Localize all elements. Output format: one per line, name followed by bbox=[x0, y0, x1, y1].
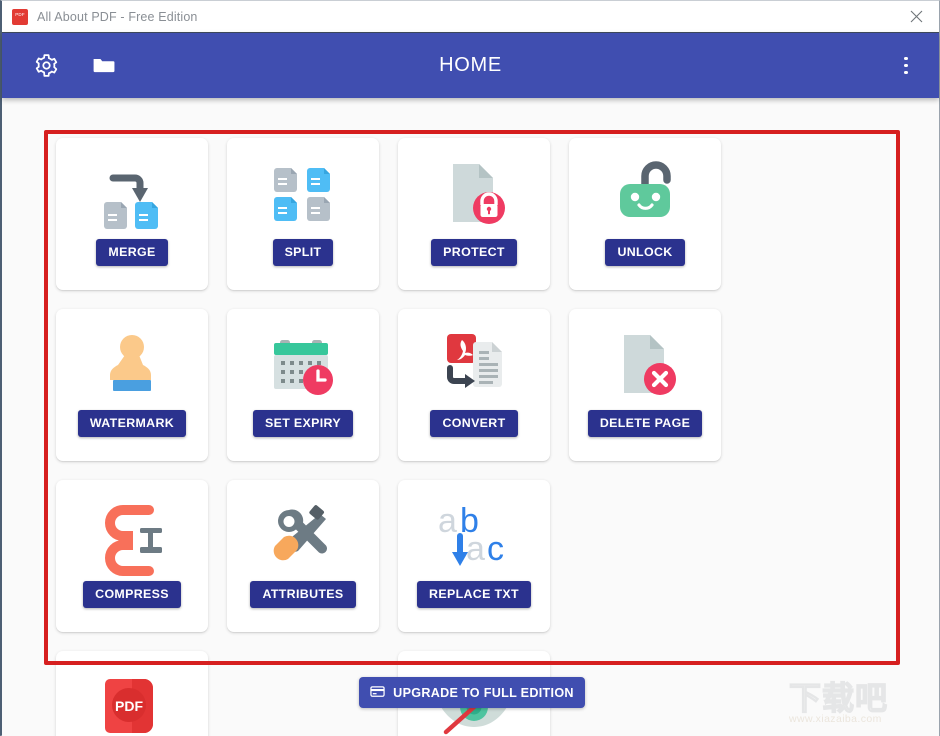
clamp-icon bbox=[91, 489, 173, 581]
tools-grid: MERGE SPLIT PROTECT UNLOCK WATERMARK SET… bbox=[56, 138, 890, 736]
tool-card-compress[interactable]: COMPRESS bbox=[56, 480, 208, 632]
tool-card-replace-txt[interactable]: a b a c REPLACE TXT bbox=[398, 480, 550, 632]
tool-card-delete-page[interactable]: DELETE PAGE bbox=[569, 309, 721, 461]
close-icon[interactable] bbox=[893, 1, 939, 32]
credit-card-icon bbox=[370, 684, 385, 702]
merge-documents-icon bbox=[91, 147, 173, 239]
tool-label: UNLOCK bbox=[605, 239, 685, 266]
grid-spacer bbox=[227, 651, 379, 736]
convert-pdf-icon bbox=[433, 318, 515, 410]
tool-label: WATERMARK bbox=[77, 410, 187, 437]
tool-label: CONVERT bbox=[430, 410, 518, 437]
replace-text-icon: a b a c bbox=[430, 489, 518, 581]
calendar-clock-icon bbox=[262, 318, 344, 410]
more-vertical-icon[interactable] bbox=[889, 44, 923, 88]
tool-label: SPLIT bbox=[272, 239, 334, 266]
main-content: MERGE SPLIT PROTECT UNLOCK WATERMARK SET… bbox=[2, 98, 939, 736]
gear-icon[interactable] bbox=[24, 44, 68, 88]
tool-label: DELETE PAGE bbox=[587, 410, 703, 437]
tool-label: COMPRESS bbox=[83, 581, 181, 608]
tool-card-attributes[interactable]: ATTRIBUTES bbox=[227, 480, 379, 632]
tools-icon bbox=[262, 489, 344, 581]
app-bar: HOME bbox=[2, 33, 939, 98]
upgrade-button[interactable]: UPGRADE TO FULL EDITION bbox=[359, 677, 585, 708]
svg-text:PDF: PDF bbox=[115, 698, 143, 714]
tool-card-visit-online[interactable]: PDF VISIT US ONLINE bbox=[56, 651, 208, 736]
document-lock-icon bbox=[433, 147, 515, 239]
rubber-stamp-icon bbox=[91, 318, 173, 410]
tool-card-set-expiry[interactable]: SET EXPIRY bbox=[227, 309, 379, 461]
tool-label: ATTRIBUTES bbox=[250, 581, 356, 608]
upgrade-label: UPGRADE TO FULL EDITION bbox=[393, 685, 574, 700]
application-window: All About PDF - Free Edition HOME bbox=[0, 0, 940, 736]
svg-text:a: a bbox=[466, 530, 485, 568]
window-title: All About PDF - Free Edition bbox=[37, 9, 198, 24]
pdf-icon bbox=[12, 8, 28, 25]
svg-text:a: a bbox=[438, 502, 457, 540]
tool-label: SET EXPIRY bbox=[252, 410, 354, 437]
pdf-badge-icon: PDF bbox=[91, 660, 173, 736]
tool-card-protect[interactable]: PROTECT bbox=[398, 138, 550, 290]
split-documents-icon bbox=[262, 147, 344, 239]
open-padlock-icon bbox=[604, 147, 686, 239]
tool-card-merge[interactable]: MERGE bbox=[56, 138, 208, 290]
page-title: HOME bbox=[439, 54, 502, 76]
tool-card-unlock[interactable]: UNLOCK bbox=[569, 138, 721, 290]
tool-label: PROTECT bbox=[431, 239, 517, 266]
folder-icon[interactable] bbox=[81, 44, 125, 88]
tool-label: REPLACE TXT bbox=[417, 581, 531, 608]
svg-text:c: c bbox=[487, 530, 504, 568]
grid-spacer bbox=[569, 480, 721, 632]
tool-card-watermark[interactable]: WATERMARK bbox=[56, 309, 208, 461]
tool-card-convert[interactable]: CONVERT bbox=[398, 309, 550, 461]
title-bar: All About PDF - Free Edition bbox=[2, 1, 939, 33]
tool-card-split[interactable]: SPLIT bbox=[227, 138, 379, 290]
tool-label: MERGE bbox=[96, 239, 168, 266]
document-delete-icon bbox=[604, 318, 686, 410]
